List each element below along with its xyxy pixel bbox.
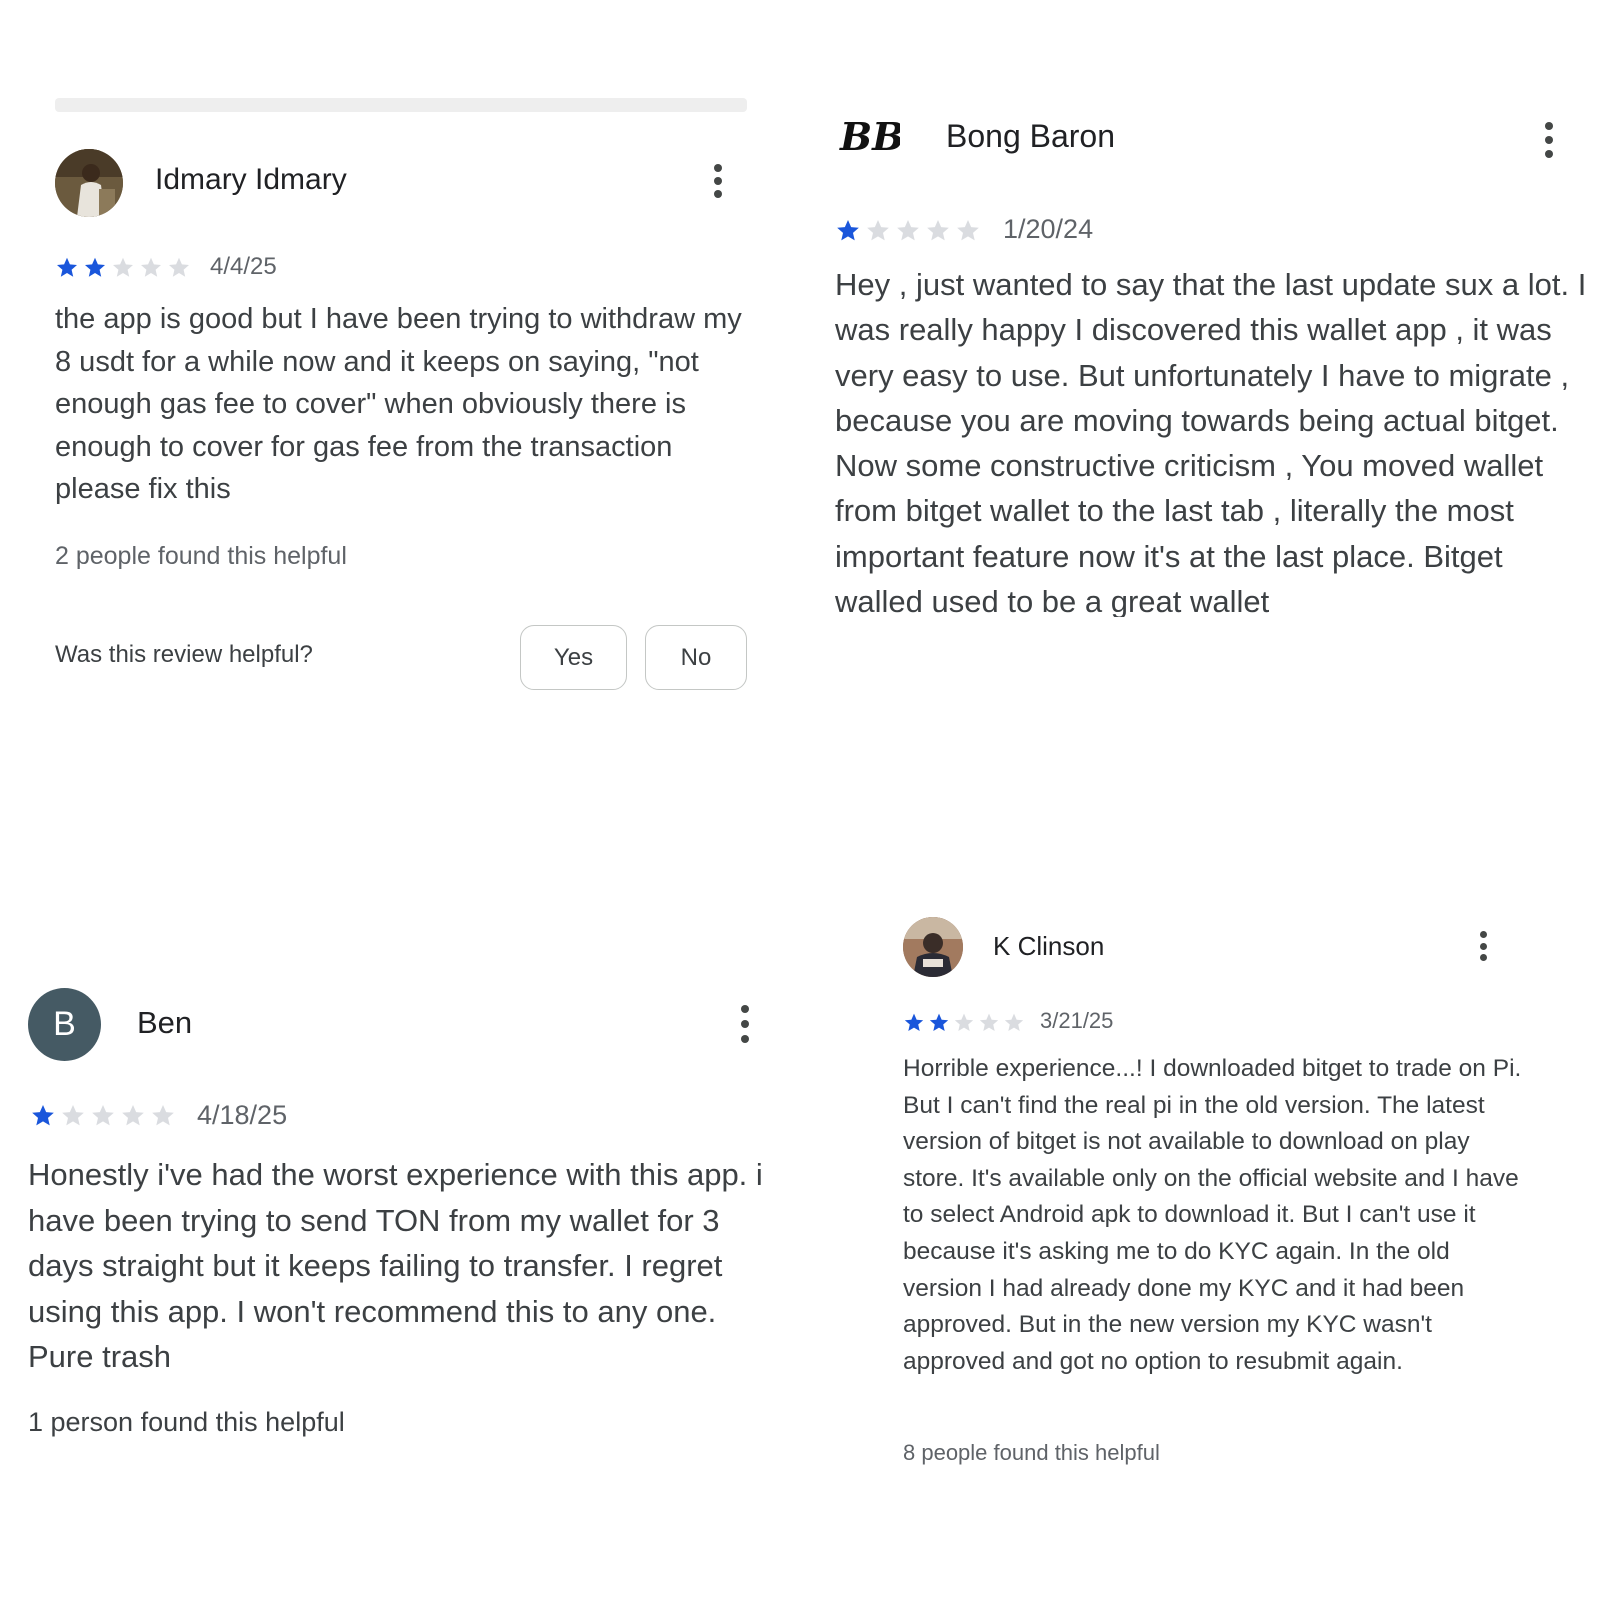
reviewer-name: Ben <box>137 1005 193 1040</box>
star-filled-icon <box>903 1012 925 1034</box>
star-rating <box>55 256 195 280</box>
star-empty-icon <box>978 1012 1000 1034</box>
avatar: B <box>28 988 101 1061</box>
review-date: 1/20/24 <box>1003 214 1094 244</box>
star-filled-icon <box>55 256 79 280</box>
star-rating <box>835 218 985 244</box>
bb-monogram-icon: BB <box>839 114 904 159</box>
star-empty-icon <box>953 1012 975 1034</box>
reviewer-name: Idmary Idmary <box>155 163 347 196</box>
review-date: 4/4/25 <box>210 253 277 280</box>
helpful-count: 2 people found this helpful <box>55 542 347 570</box>
reviewer-name: K Clinson <box>993 931 1105 961</box>
more-options-icon[interactable] <box>714 164 722 198</box>
review-date: 4/18/25 <box>197 1100 288 1130</box>
reviewer-name: Bong Baron <box>946 118 1116 154</box>
yes-button[interactable]: Yes <box>520 625 627 690</box>
avatar <box>55 149 123 217</box>
review-date: 3/21/25 <box>1040 1008 1114 1033</box>
user-photo-icon <box>903 917 963 977</box>
review-body: Honestly i've had the worst experience w… <box>28 1157 763 1374</box>
star-filled-icon <box>835 218 861 244</box>
star-empty-icon <box>955 218 981 244</box>
star-filled-icon <box>928 1012 950 1034</box>
star-empty-icon <box>60 1103 86 1129</box>
more-options-icon[interactable] <box>1545 122 1553 158</box>
svg-text:BB: BB <box>839 114 900 159</box>
more-options-icon[interactable] <box>1480 931 1487 961</box>
review-body: Hey , just wanted to say that the last u… <box>835 267 1587 617</box>
review-body: Horrible experience...! I downloaded bit… <box>903 1055 1522 1375</box>
avatar <box>903 917 963 977</box>
star-empty-icon <box>925 218 951 244</box>
star-empty-icon <box>167 256 191 280</box>
user-photo-icon <box>55 149 123 217</box>
no-button[interactable]: No <box>645 625 747 690</box>
star-empty-icon <box>150 1103 176 1129</box>
helpful-question: Was this review helpful? <box>55 641 313 668</box>
star-filled-icon <box>30 1103 56 1129</box>
star-rating <box>30 1103 180 1129</box>
review-body: the app is good but I have been trying t… <box>55 303 742 505</box>
helpful-count: 1 person found this helpful <box>28 1407 345 1437</box>
star-rating <box>903 1012 1028 1034</box>
star-filled-icon <box>83 256 107 280</box>
review-body-container: Hey , just wanted to say that the last u… <box>835 262 1595 617</box>
helpful-count: 8 people found this helpful <box>903 1440 1160 1465</box>
star-empty-icon <box>139 256 163 280</box>
star-empty-icon <box>865 218 891 244</box>
more-options-icon[interactable] <box>741 1005 749 1043</box>
top-divider-bar <box>55 98 747 112</box>
star-empty-icon <box>1003 1012 1025 1034</box>
star-empty-icon <box>111 256 135 280</box>
star-empty-icon <box>895 218 921 244</box>
star-empty-icon <box>90 1103 116 1129</box>
avatar: BB <box>838 112 904 168</box>
star-empty-icon <box>120 1103 146 1129</box>
